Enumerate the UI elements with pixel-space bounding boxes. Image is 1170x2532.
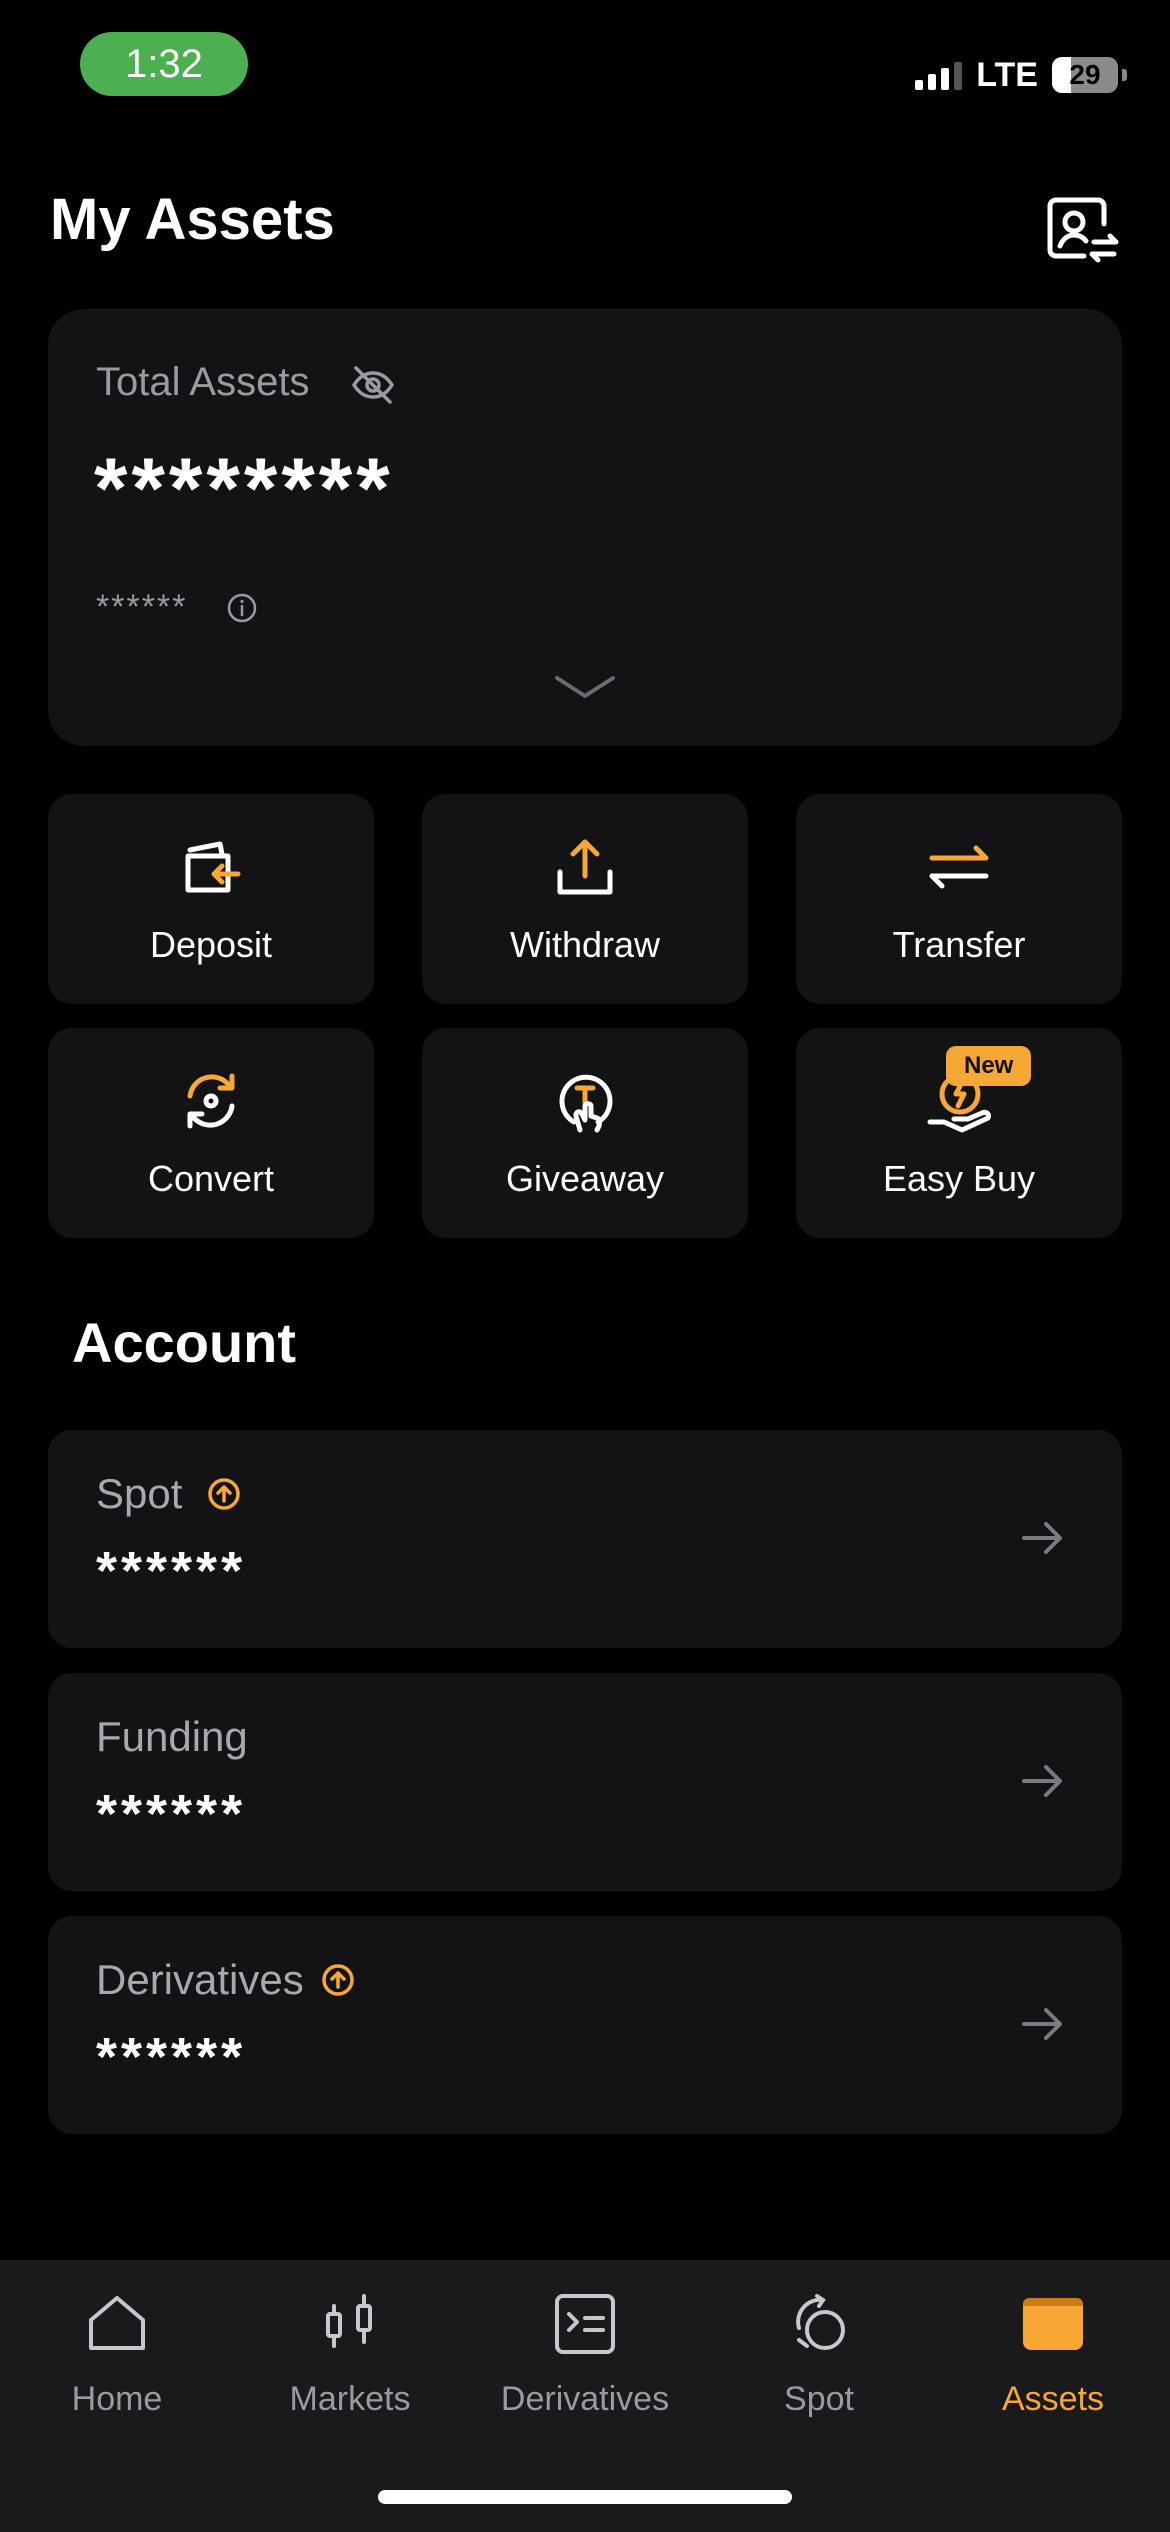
tab-home-label: Home [71, 2380, 163, 2418]
signal-icon [915, 60, 963, 90]
battery-icon: 29 [1052, 57, 1127, 93]
network-label: LTE [976, 55, 1038, 94]
tab-spot-label: Spot [784, 2380, 854, 2418]
tab-derivatives[interactable]: Derivatives [475, 2288, 695, 2419]
giveaway-label: Giveaway [505, 1158, 665, 1199]
tab-markets-label: Markets [289, 2380, 411, 2418]
spot-account-row[interactable]: Spot ****** [48, 1430, 1122, 1648]
page-title: My Assets [50, 187, 335, 252]
upgrade-icon[interactable] [320, 1962, 356, 1998]
giveaway-icon [559, 1074, 613, 1133]
new-badge: New [946, 1046, 1032, 1086]
convert-button[interactable]: Convert [48, 1028, 374, 1238]
status-indicators: LTE 29 [915, 50, 1127, 100]
total-assets-label: Total Assets [96, 360, 310, 404]
withdraw-label: Withdraw [509, 924, 661, 965]
derivatives-account-value: ****** [96, 2027, 247, 2087]
home-indicator [378, 2490, 792, 2504]
funding-account-name: Funding [96, 1713, 248, 1760]
derivatives-icon [555, 2294, 615, 2354]
tab-derivatives-label: Derivatives [500, 2380, 670, 2418]
withdraw-icon [557, 839, 613, 895]
tab-home[interactable]: Home [7, 2288, 227, 2419]
convert-label: Convert [147, 1158, 275, 1199]
home-icon [89, 2296, 145, 2350]
arrow-right-icon [1022, 1522, 1062, 1554]
deposit-icon [185, 841, 241, 893]
wallet-icon [1023, 2298, 1083, 2350]
tab-markets[interactable]: Markets [240, 2288, 460, 2419]
info-icon[interactable] [226, 592, 258, 624]
convert-icon [187, 1073, 235, 1129]
withdraw-button[interactable]: Withdraw [422, 794, 748, 1004]
transfer-button[interactable]: Transfer [796, 794, 1122, 1004]
arrow-right-icon [1022, 1765, 1062, 1797]
battery-text: 29 [1069, 59, 1101, 90]
easy-buy-label: Easy Buy [882, 1158, 1036, 1199]
deposit-button[interactable]: Deposit [48, 794, 374, 1004]
transfer-icon [929, 845, 989, 889]
derivatives-account-name: Derivatives [96, 1956, 304, 2003]
upgrade-icon[interactable] [206, 1476, 242, 1512]
spot-icon [796, 2294, 845, 2350]
candlestick-icon [326, 2294, 372, 2348]
spot-account-name: Spot [96, 1470, 183, 1517]
tab-assets[interactable]: Assets [943, 2288, 1163, 2419]
giveaway-button[interactable]: Giveaway [422, 1028, 748, 1238]
arrow-right-icon [1022, 2008, 1062, 2040]
total-assets-value: ******** [94, 441, 394, 537]
tab-spot[interactable]: Spot [709, 2288, 929, 2419]
status-time: 1:32 [80, 32, 248, 96]
chevron-down-icon[interactable] [551, 668, 619, 704]
derivatives-account-row[interactable]: Derivatives ****** [48, 1916, 1122, 2134]
funding-account-value: ****** [96, 1784, 247, 1844]
total-assets-subvalue: ****** [96, 588, 188, 626]
eye-hidden-icon[interactable] [350, 362, 396, 408]
spot-account-value: ****** [96, 1541, 247, 1601]
easy-buy-button[interactable]: Easy Buy New [796, 1028, 1122, 1238]
transfer-label: Transfer [892, 924, 1026, 965]
funding-account-row[interactable]: Funding ****** [48, 1673, 1122, 1891]
account-section-title: Account [72, 1311, 296, 1374]
user-switch-icon[interactable] [1042, 190, 1122, 270]
tab-assets-label: Assets [1001, 2380, 1105, 2418]
deposit-label: Deposit [149, 924, 273, 965]
